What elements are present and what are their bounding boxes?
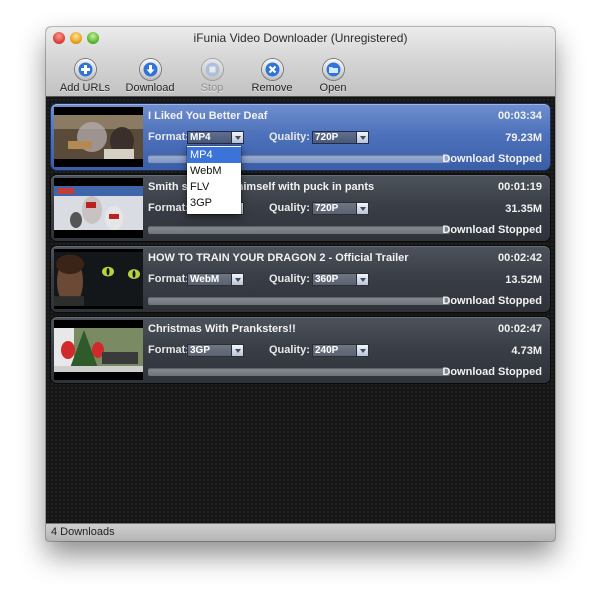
video-duration: 00:01:19 (497, 181, 542, 193)
format-dropdown-menu: MP4 WebM FLV 3GP (187, 146, 241, 214)
format-label: Format: (148, 202, 189, 214)
download-status: Download Stopped (442, 224, 542, 236)
dropdown-option-webm[interactable]: WebM (187, 163, 241, 179)
toolbar: Add URLs Download Stop Remove Open (46, 59, 555, 95)
quality-label: Quality: (269, 344, 310, 356)
dropdown-option-mp4[interactable]: MP4 (187, 147, 241, 163)
chevron-down-icon (356, 203, 368, 214)
quality-label: Quality: (269, 202, 310, 214)
file-size: 31.35M (505, 203, 542, 215)
video-title: I Liked You Better Deaf (148, 110, 268, 122)
remove-button[interactable]: Remove (237, 59, 307, 94)
app-window: iFunia Video Downloader (Unregistered) A… (46, 27, 555, 541)
video-thumbnail (54, 178, 143, 238)
quality-label: Quality: (269, 273, 310, 285)
format-select[interactable]: 3GP (187, 344, 244, 357)
quality-label: Quality: (269, 131, 310, 143)
quality-select[interactable]: 240P (312, 344, 369, 357)
video-duration: 00:02:42 (497, 252, 542, 264)
video-duration: 00:03:34 (497, 110, 542, 122)
video-title: Smith scores on himself with puck in pan… (148, 181, 375, 193)
download-item[interactable]: I Liked You Better Deaf 00:03:34 Format:… (51, 104, 550, 170)
quality-select[interactable]: 720P (312, 202, 369, 215)
chevron-down-icon (231, 132, 243, 143)
chevron-down-icon (231, 345, 243, 356)
file-size: 13.52M (505, 274, 542, 286)
download-button[interactable]: Download (115, 59, 185, 94)
plus-circle-icon (74, 59, 96, 80)
download-item[interactable]: Christmas With Pranksters!! 00:02:47 For… (51, 317, 550, 383)
title-bar: iFunia Video Downloader (Unregistered) A… (46, 27, 555, 97)
download-item[interactable]: HOW TO TRAIN YOUR DRAGON 2 - Official Tr… (51, 246, 550, 312)
stop-square-icon (201, 59, 223, 80)
format-label: Format: (148, 344, 189, 356)
file-size: 79.23M (505, 132, 542, 144)
status-bar: 4 Downloads (46, 523, 555, 541)
download-status: Download Stopped (442, 295, 542, 307)
chevron-down-icon (231, 274, 243, 285)
progress-bar (148, 297, 450, 305)
chevron-down-icon (356, 274, 368, 285)
download-count: 4 Downloads (51, 526, 115, 538)
quality-select[interactable]: 360P (312, 273, 369, 286)
progress-bar (148, 226, 450, 234)
download-item[interactable]: Smith scores on himself with puck in pan… (51, 175, 550, 241)
video-title: Christmas With Pranksters!! (148, 323, 296, 335)
download-status: Download Stopped (442, 153, 542, 165)
format-select[interactable]: MP4 (187, 131, 244, 144)
format-select[interactable]: WebM (187, 273, 244, 286)
quality-select[interactable]: 720P (312, 131, 369, 144)
video-duration: 00:02:47 (497, 323, 542, 335)
chevron-down-icon (356, 132, 368, 143)
video-title: HOW TO TRAIN YOUR DRAGON 2 - Official Tr… (148, 252, 409, 264)
dropdown-option-3gp[interactable]: 3GP (187, 195, 241, 211)
chevron-down-icon (356, 345, 368, 356)
download-arrow-icon (139, 59, 161, 80)
dropdown-option-flv[interactable]: FLV (187, 179, 241, 195)
file-size: 4.73M (511, 345, 542, 357)
download-status: Download Stopped (442, 366, 542, 378)
video-thumbnail (54, 107, 143, 167)
x-circle-icon (261, 59, 283, 80)
folder-icon (322, 59, 344, 80)
progress-bar (148, 368, 450, 376)
format-label: Format: (148, 273, 189, 285)
video-thumbnail (54, 249, 143, 309)
video-thumbnail (54, 320, 143, 380)
window-title: iFunia Video Downloader (Unregistered) (193, 31, 408, 45)
format-label: Format: (148, 131, 189, 143)
open-button[interactable]: Open (298, 59, 368, 94)
downloads-list: I Liked You Better Deaf 00:03:34 Format:… (46, 98, 555, 523)
add-urls-button[interactable]: Add URLs (50, 59, 120, 94)
